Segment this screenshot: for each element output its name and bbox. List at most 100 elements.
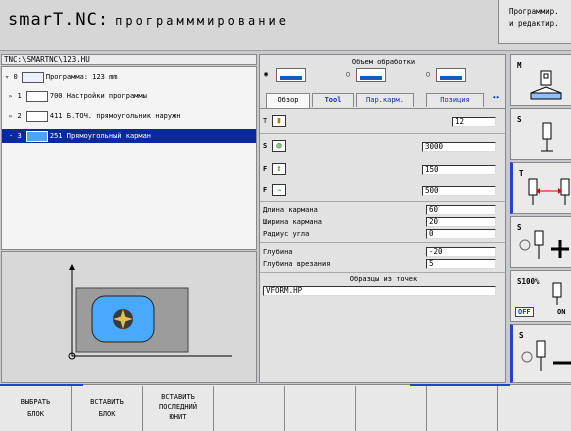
divider: [260, 272, 505, 273]
tree-item-label: Программа: 123 mm: [45, 73, 118, 81]
pocket-length-field[interactable]: 60: [426, 205, 496, 215]
spindle-speed-field[interactable]: 3000: [422, 142, 496, 152]
tool-field[interactable]: 12: [452, 117, 496, 127]
expand-icon[interactable]: ▹: [9, 92, 13, 100]
milling-feed-icon[interactable]: ⇢: [272, 184, 286, 196]
tab-tool[interactable]: Tool: [312, 93, 354, 107]
override-off-toggle[interactable]: OFF: [515, 307, 534, 317]
scope-title: Объем обработки: [351, 58, 416, 66]
plunge-feed-icon[interactable]: ↕: [272, 163, 286, 175]
collapse-icon[interactable]: ▿: [5, 73, 9, 81]
app-subtitle: программмирование: [115, 14, 289, 28]
help-graphic: [1, 251, 257, 383]
header-bar: smarT.NC: программмирование Программир. и…: [0, 0, 571, 51]
divider: [260, 133, 505, 134]
corner-radius-label: Радиус угла: [263, 230, 310, 238]
bullet-icon: ·: [9, 132, 14, 140]
softkey-t[interactable]: T: [510, 162, 571, 214]
file-path: TNC:\SMARTNC\123.HU: [1, 54, 257, 65]
depth-field[interactable]: -20: [426, 247, 496, 257]
machine-function-icon: [530, 70, 562, 100]
spindle-plus-icon: [519, 230, 569, 259]
depth-label: Глубина: [263, 248, 293, 256]
tree-item-rect-outside[interactable]: ▹ 2 411 Б.ТОЧ. прямоугольник наружн: [2, 109, 256, 123]
plunge-depth-label: Глубина врезания: [263, 260, 331, 268]
spindle-label: S: [263, 142, 268, 150]
empty-softkey[interactable]: [213, 386, 284, 431]
tree-item-label: 251 Прямоугольный карман: [49, 132, 152, 140]
plunge-feed-field[interactable]: 150: [422, 165, 496, 175]
tree-item-index: 0: [13, 73, 18, 81]
softkey-label: ВСТАВИТЬ: [161, 393, 195, 401]
divider: [260, 242, 505, 243]
softkey-label: БЛОК: [27, 410, 44, 418]
softkey-label: ПОСЛЕДНИЙ: [159, 403, 197, 411]
softkey-t-label: T: [519, 169, 524, 178]
tree-item-index: 3: [17, 132, 22, 140]
corner-radius-field[interactable]: 0: [426, 229, 496, 239]
softkey-m-label: M: [517, 61, 522, 70]
mode-line2: и редактир.: [509, 19, 559, 28]
softkey-spindle-minus[interactable]: S: [510, 324, 571, 383]
spindle-speed-icon[interactable]: ◍: [272, 140, 286, 152]
tab-scroll-arrows[interactable]: ◂▸: [488, 93, 504, 107]
point-pattern-field[interactable]: VFORM.HP: [263, 286, 496, 296]
tool-icon[interactable]: ▮: [272, 115, 286, 127]
scope-radio-1[interactable]: ◉: [264, 70, 268, 78]
select-block-button[interactable]: ВЫБРАТЬ БЛОК: [0, 386, 71, 431]
tool-change-icon: [528, 178, 570, 205]
tab-overview[interactable]: Обзор: [266, 93, 310, 108]
softkey-s-label: S: [517, 115, 522, 124]
expand-icon[interactable]: ▹: [9, 112, 13, 120]
softkey-s[interactable]: S: [510, 108, 571, 160]
divider: [260, 201, 505, 202]
scope-icon-3: [436, 68, 466, 82]
empty-softkey[interactable]: [497, 386, 571, 431]
parameter-form: Объем обработки ◉ ○ ○ Обзор Tool Пар.кар…: [259, 54, 506, 383]
app-title: smarT.NC: программмирование: [8, 10, 289, 30]
milling-feed-field[interactable]: 500: [422, 186, 496, 196]
spindle-minus-icon: [521, 340, 571, 371]
softkey-label: ЮНИТ: [169, 413, 187, 421]
tool-label: T: [263, 117, 268, 125]
softkey-spindle-plus[interactable]: S: [510, 216, 571, 268]
settings-unit-icon: [25, 90, 48, 102]
plunge-depth-field[interactable]: 5: [426, 259, 496, 269]
tab-divider: [260, 108, 505, 109]
feed-mill-label: F: [263, 186, 268, 194]
datum-unit-icon: [25, 110, 48, 122]
tree-item-settings[interactable]: ▹ 1 700 Настройки программы: [2, 89, 256, 103]
pocket-width-label: Ширина кармана: [263, 218, 323, 226]
pocket-width-field[interactable]: 20: [426, 217, 496, 227]
insert-block-button[interactable]: ВСТАВИТЬ БЛОК: [71, 386, 142, 431]
scope-icon-2: [356, 68, 386, 82]
point-patterns-title: Образцы из точек: [349, 275, 418, 283]
tree-item-index: 1: [17, 92, 22, 100]
empty-softkey[interactable]: [355, 386, 426, 431]
scope-radio-2[interactable]: ○: [346, 70, 350, 78]
spindle-override-label: S100%: [517, 277, 540, 286]
mode-indicator: Программир. и редактир.: [498, 0, 571, 44]
tree-item-program[interactable]: ▿ 0 Программа: 123 mm: [2, 70, 256, 84]
softkey-m[interactable]: M: [510, 54, 571, 106]
empty-softkey[interactable]: [426, 386, 497, 431]
tree-item-index: 2: [17, 112, 22, 120]
softkey-label: БЛОК: [98, 410, 116, 418]
insert-last-unit-button[interactable]: ВСТАВИТЬ ПОСЛЕДНИЙ ЮНИТ: [142, 386, 213, 431]
program-tree[interactable]: ▿ 0 Программа: 123 mm ▹ 1 700 Настройки …: [1, 66, 257, 250]
feed-plunge-label: F: [263, 165, 268, 173]
mode-line1: Программир.: [509, 7, 559, 16]
tree-item-rect-pocket[interactable]: · 3 251 Прямоугольный карман: [2, 129, 256, 143]
spindle-icon: [552, 282, 562, 305]
softkey-spindle-override[interactable]: S100% OFF ON: [510, 270, 571, 322]
program-icon: [21, 71, 44, 83]
tree-item-label: 700 Настройки программы: [49, 92, 147, 100]
empty-softkey[interactable]: [284, 386, 355, 431]
scope-radio-3[interactable]: ○: [426, 70, 430, 78]
softkey-label: ВСТАВИТЬ: [90, 398, 124, 406]
tab-position[interactable]: Позиция: [426, 93, 484, 107]
softkey-label: ВЫБРАТЬ: [20, 398, 51, 406]
override-on-toggle[interactable]: ON: [557, 308, 565, 316]
pocket-unit-icon: [25, 130, 48, 142]
tab-pocket-params[interactable]: Пар.карм.: [356, 93, 414, 107]
